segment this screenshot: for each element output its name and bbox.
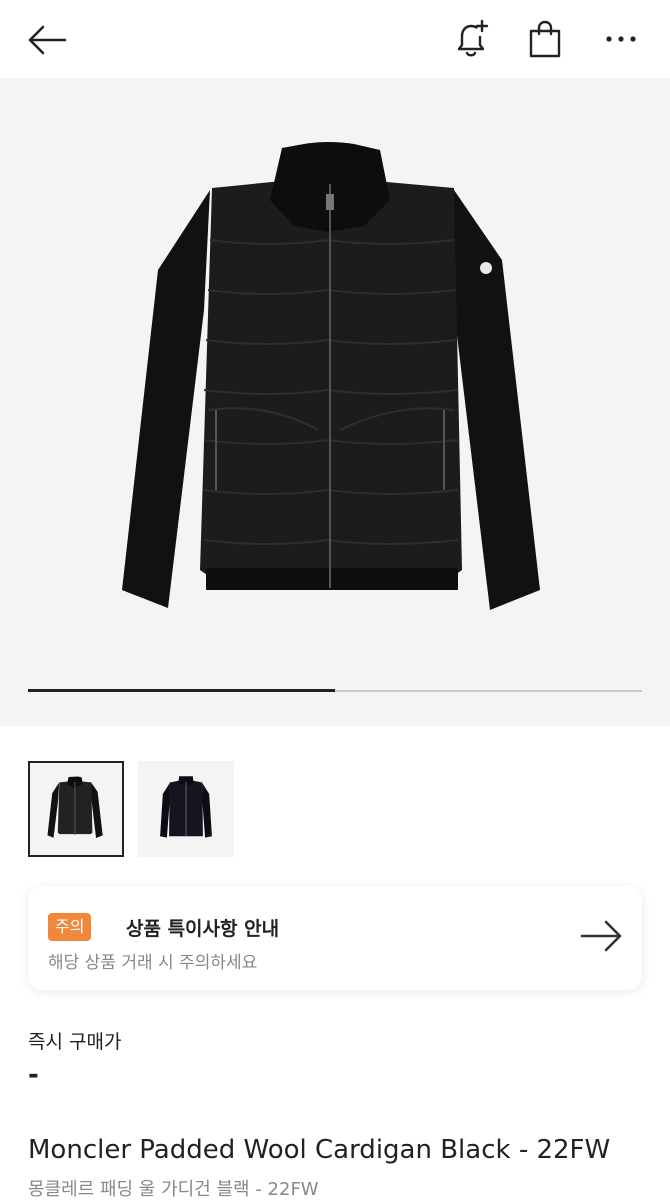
price-value: - <box>28 1060 39 1090</box>
gallery-progress-fill <box>28 689 335 692</box>
thumbnail-1[interactable] <box>28 761 124 857</box>
notification-add-button[interactable] <box>448 16 494 62</box>
top-bar <box>0 0 670 78</box>
notice-title: 상품 특이사항 안내 <box>126 918 280 940</box>
thumbnail-image <box>47 776 103 839</box>
bell-plus-icon <box>457 19 489 57</box>
gallery-progress-track <box>28 689 642 692</box>
product-name: Moncler Padded Wool Cardigan Black - 22F… <box>28 1135 611 1165</box>
notice-subtitle: 해당 상품 거래 시 주의하세요 <box>48 953 258 973</box>
shopping-bag-icon <box>529 20 561 58</box>
product-notice-card[interactable]: 주의 상품 특이사항 안내 해당 상품 거래 시 주의하세요 <box>28 886 642 990</box>
more-dots-icon <box>606 36 636 42</box>
right-sleeve <box>454 190 540 610</box>
thumbnail-list <box>28 761 234 857</box>
product-name-korean: 몽클레르 패딩 울 가디건 블랙 - 22FW <box>28 1179 319 1200</box>
back-arrow-icon <box>28 25 67 55</box>
thumbnail-2[interactable] <box>138 761 234 857</box>
back-button[interactable] <box>22 18 72 62</box>
price-label: 즉시 구매가 <box>28 1031 122 1053</box>
left-sleeve <box>122 190 210 608</box>
arrow-right-icon <box>580 919 624 957</box>
product-image <box>122 142 540 610</box>
cart-button[interactable] <box>522 16 568 62</box>
more-options-button[interactable] <box>598 16 644 62</box>
thumbnail-image <box>160 776 212 838</box>
product-image-gallery[interactable] <box>0 78 670 726</box>
caution-badge: 주의 <box>48 913 92 941</box>
